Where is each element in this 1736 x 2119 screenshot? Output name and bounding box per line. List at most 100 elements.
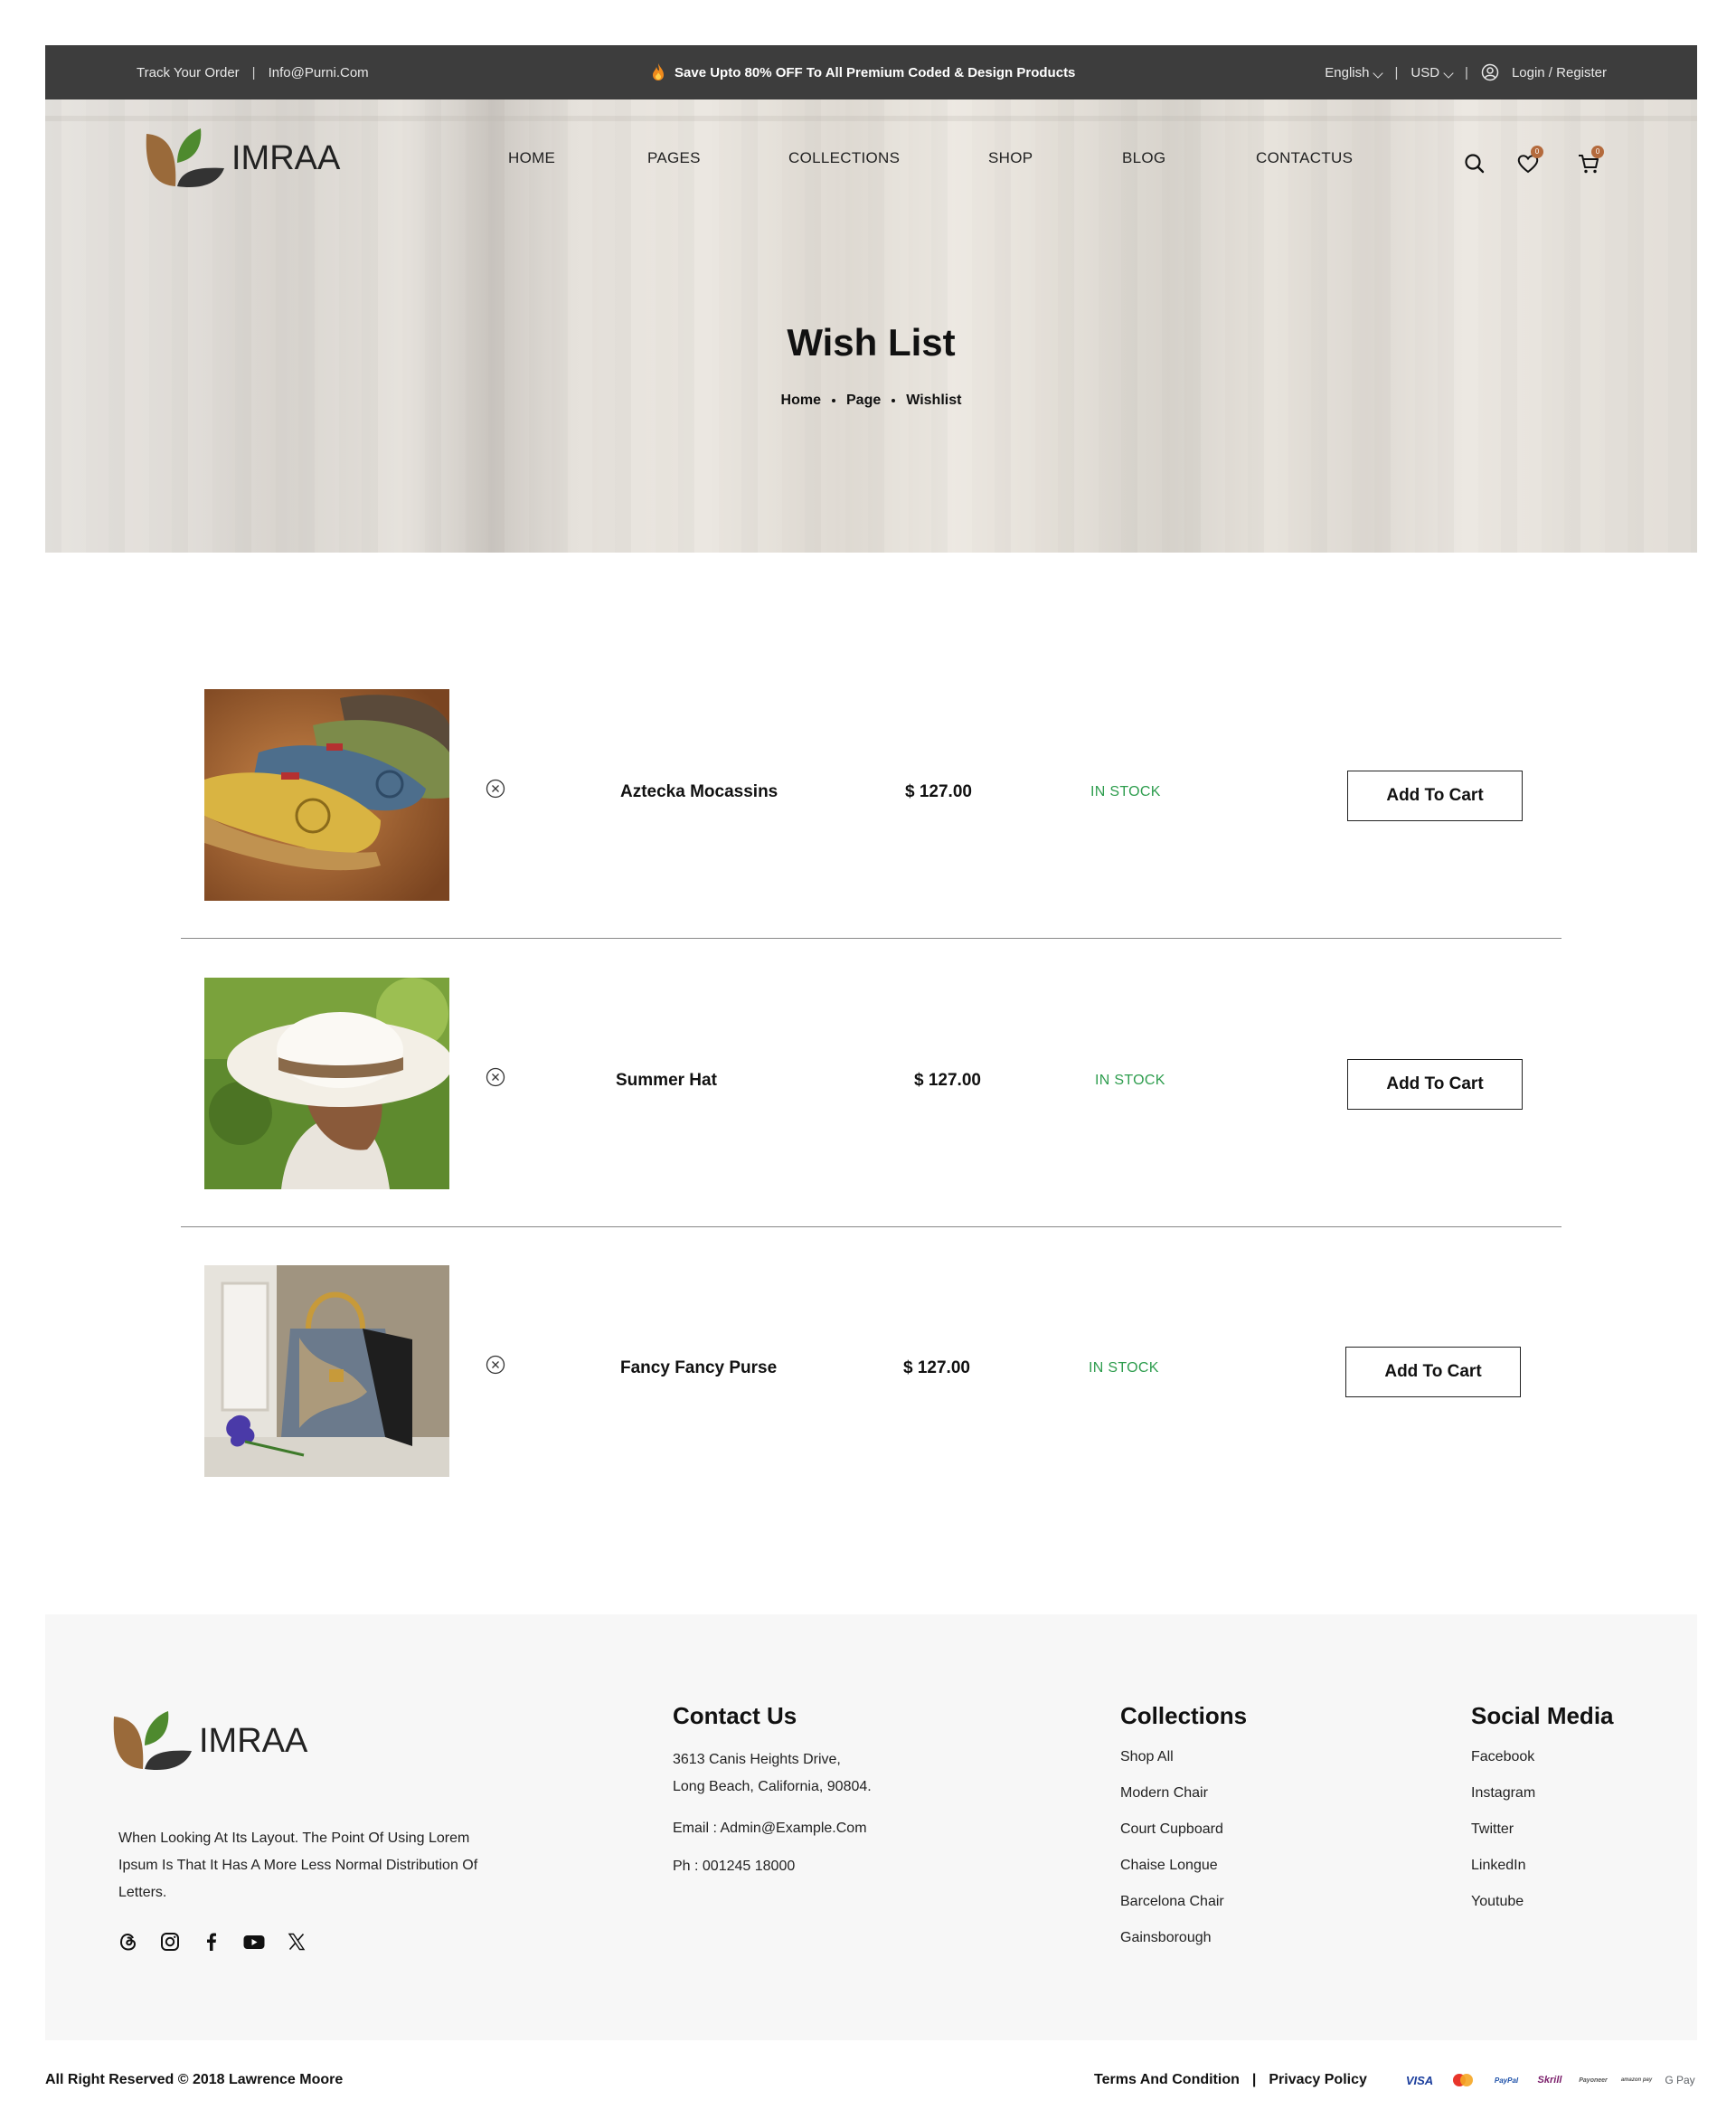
nav-blog[interactable]: BLOG [1122,149,1165,167]
payoneer-icon: Payoneer [1579,2076,1608,2084]
breadcrumb-separator [832,399,835,402]
add-to-cart-button[interactable]: Add To Cart [1347,1059,1523,1110]
product-name[interactable]: Aztecka Mocassins [620,782,778,802]
youtube-icon[interactable] [242,1931,266,1953]
product-image-purse[interactable] [204,1265,449,1477]
nav-shop[interactable]: SHOP [988,149,1033,167]
language-label: English [1325,64,1370,80]
email-link[interactable]: Info@Purni.Com [269,65,369,80]
product-price: $ 127.00 [905,782,972,801]
social-media-title: Social Media [1471,1702,1614,1729]
terms-link[interactable]: Terms And Condition [1094,2072,1240,2088]
collections-link[interactable]: Gainsborough [1120,1927,1247,1963]
collections-list: Shop All Modern Chair Court Cupboard Cha… [1120,1746,1247,1963]
remove-item-icon[interactable] [486,779,505,799]
stock-status: IN STOCK [1095,1073,1165,1088]
visa-icon: VISA [1405,2073,1434,2087]
currency-select[interactable]: USD [1410,65,1454,80]
instagram-icon[interactable] [159,1931,181,1953]
search-icon[interactable] [1462,151,1487,176]
social-link-youtube[interactable]: Youtube [1471,1891,1614,1927]
stock-status: IN STOCK [1089,1360,1159,1376]
wishlist-button[interactable]: 0 [1515,146,1543,176]
collections-link[interactable]: Court Cupboard [1120,1819,1247,1855]
contact-column: Contact Us 3613 Canis Heights Drive, Lon… [673,1702,872,1880]
facebook-icon[interactable] [201,1931,222,1953]
cart-button[interactable]: 0 [1576,146,1604,176]
contact-address-line-1: 3613 Canis Heights Drive, [673,1752,841,1767]
top-bar: Track Your Order | Info@Purni.Com Save U… [45,45,1697,99]
separator: | [1465,64,1468,80]
social-link-instagram[interactable]: Instagram [1471,1783,1614,1819]
amazon-pay-icon: amazon pay [1620,2077,1653,2083]
remove-item-icon[interactable] [486,1355,505,1375]
breadcrumb-page[interactable]: Page [846,393,881,409]
product-image-shoes[interactable] [204,689,449,901]
track-order-link[interactable]: Track Your Order [137,65,240,80]
page-title: Wish List [787,321,956,364]
product-image-hat[interactable] [204,978,449,1189]
breadcrumb-current: Wishlist [906,393,962,408]
footer: IMRAA When Looking At Its Layout. The Po… [45,1614,1697,2040]
login-register-link[interactable]: Login / Register [1512,65,1607,80]
wishlist-row: Summer Hat $ 127.00 IN STOCK Add To Cart [181,958,1561,1247]
nav-contactus[interactable]: CONTACTUS [1256,149,1353,167]
mastercard-icon [1445,2070,1481,2090]
collections-link[interactable]: Shop All [1120,1746,1247,1783]
nav-collections[interactable]: COLLECTIONS [788,149,900,167]
collections-link[interactable]: Modern Chair [1120,1783,1247,1819]
payment-methods: VISA PayPal Skrill Payoneer amazon pay G… [1401,2070,1698,2092]
social-media-list: Facebook Instagram Twitter LinkedIn Yout… [1471,1746,1614,1927]
contact-address-line-2: Long Beach, California, 90804. [673,1779,872,1794]
nav-home[interactable]: HOME [508,149,555,167]
footer-about-text: When Looking At Its Layout. The Point Of… [118,1830,478,1900]
breadcrumb-home[interactable]: Home [781,393,821,409]
hero-banner: IMRAA HOME PAGES COLLECTIONS SHOP BLOG C… [45,99,1697,553]
collections-link[interactable]: Barcelona Chair [1120,1891,1247,1927]
breadcrumb: Home Page Wishlist [45,393,1697,409]
footer-logo[interactable]: IMRAA [112,1709,307,1773]
language-select[interactable]: English [1325,64,1384,80]
product-name[interactable]: Summer Hat [616,1071,717,1091]
chevron-down-icon [1373,67,1384,79]
cart-count-badge: 0 [1591,146,1604,158]
logo-mark-icon [113,1711,192,1771]
nav-pages[interactable]: PAGES [647,149,701,167]
remove-item-icon[interactable] [486,1067,505,1087]
stock-status: IN STOCK [1090,784,1161,799]
social-media-column: Social Media Facebook Instagram Twitter … [1471,1702,1614,1927]
purse-photo [204,1265,449,1477]
skrill-icon: Skrill [1537,2075,1562,2086]
threads-icon[interactable] [118,1931,139,1953]
product-name[interactable]: Fancy Fancy Purse [620,1358,777,1378]
user-icon [1481,63,1499,81]
social-link-linkedin[interactable]: LinkedIn [1471,1855,1614,1891]
promo-text: Save Upto 80% OFF To All Premium Coded &… [675,64,1076,80]
collections-column: Collections Shop All Modern Chair Court … [1120,1702,1247,1963]
contact-phone[interactable]: Ph : 001245 18000 [673,1853,872,1880]
paypal-icon: PayPal [1494,2076,1519,2085]
separator: | [251,64,256,80]
bottom-bar: All Right Reserved © 2018 Lawrence Moore… [45,2072,1697,2094]
social-link-twitter[interactable]: Twitter [1471,1819,1614,1855]
row-divider [181,1226,1561,1227]
separator: | [1394,64,1399,80]
collections-link[interactable]: Chaise Longue [1120,1855,1247,1891]
shoes-photo [204,689,449,901]
wishlist-row: Fancy Fancy Purse $ 127.00 IN STOCK Add … [181,1245,1561,1535]
top-bar-left: Track Your Order | Info@Purni.Com [137,45,369,99]
legal-links: Terms And Condition | Privacy Policy [1094,2072,1367,2088]
contact-title: Contact Us [673,1702,797,1729]
collections-title: Collections [1120,1702,1248,1729]
top-bar-right: English | USD | Login / Register [1325,45,1607,99]
add-to-cart-button[interactable]: Add To Cart [1347,771,1523,821]
x-icon[interactable] [286,1931,307,1953]
privacy-link[interactable]: Privacy Policy [1269,2072,1367,2088]
add-to-cart-button[interactable]: Add To Cart [1345,1347,1521,1397]
breadcrumb-separator [892,399,896,402]
social-link-facebook[interactable]: Facebook [1471,1746,1614,1783]
contact-email[interactable]: Email : Admin@Example.Com [673,1815,872,1842]
copyright-text: All Right Reserved © 2018 Lawrence Moore [45,2072,344,2087]
flame-icon [653,63,664,80]
logo-text: IMRAA [199,1721,308,1760]
